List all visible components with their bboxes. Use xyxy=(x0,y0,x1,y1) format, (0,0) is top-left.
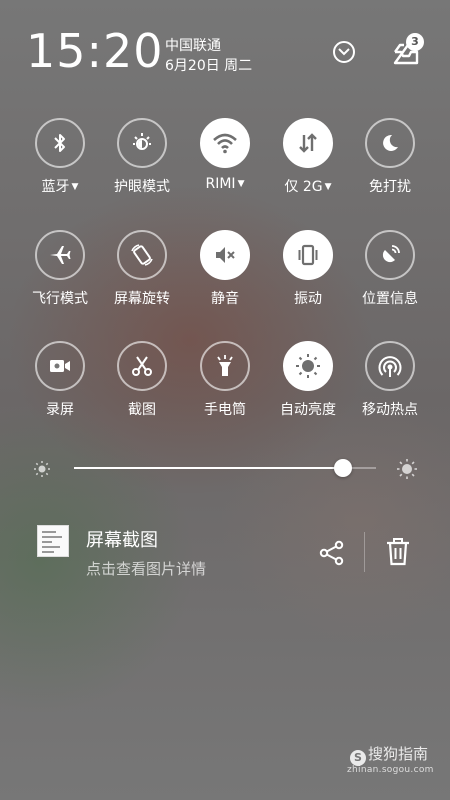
brightness-slider[interactable] xyxy=(74,459,376,477)
toggle-label-text: 静音 xyxy=(211,291,239,307)
toggle-label-text: 振动 xyxy=(294,291,322,307)
toggle-label-text: 录屏 xyxy=(46,402,74,418)
toggle-label: 仅 2G ▼ xyxy=(264,176,352,196)
toggle-hotspot[interactable]: 移动热点 xyxy=(346,341,434,419)
toggle-label-text: 自动亮度 xyxy=(280,402,336,418)
toggle-label-text: 移动热点 xyxy=(362,402,418,418)
toggle-label-text: 手电筒 xyxy=(204,402,246,418)
auto-brightness-icon[interactable] xyxy=(283,341,333,391)
clock: 15:20 xyxy=(26,24,164,78)
toggle-auto-brightness[interactable]: 自动亮度 xyxy=(264,341,352,419)
toggle-do-not-disturb[interactable]: 免打扰 xyxy=(346,118,434,196)
bluetooth-icon[interactable] xyxy=(35,118,85,168)
mobile-data-icon[interactable] xyxy=(283,118,333,168)
toggle-label: 移动热点 xyxy=(346,399,434,419)
toggle-screen-rotation[interactable]: 屏幕旋转 xyxy=(98,230,186,308)
scissors-icon[interactable] xyxy=(117,341,167,391)
date-label: 6月20日 周二 xyxy=(165,58,253,74)
vibrate-icon[interactable] xyxy=(283,230,333,280)
toggle-label: 护眼模式 xyxy=(98,176,186,196)
flashlight-icon[interactable] xyxy=(200,341,250,391)
sogou-logo-icon: S xyxy=(350,750,366,766)
toggle-bluetooth[interactable]: 蓝牙 ▼ xyxy=(16,118,104,196)
caret-down-icon[interactable]: ▼ xyxy=(325,182,332,192)
toggle-label-text: 截图 xyxy=(128,402,156,418)
toggle-label: 蓝牙 ▼ xyxy=(16,176,104,196)
toggle-label: 振动 xyxy=(264,288,352,308)
carrier-name: 中国联通 xyxy=(165,38,221,54)
toggle-label: 手电筒 xyxy=(181,399,269,419)
screenshot-thumbnail[interactable] xyxy=(37,525,69,557)
watermark: S 搜狗指南 xyxy=(350,743,428,766)
toggle-label: 免打扰 xyxy=(346,176,434,196)
toggle-label: RIMI ▼ xyxy=(181,176,269,192)
toggle-wifi[interactable]: RIMI ▼ xyxy=(181,118,269,192)
share-icon[interactable] xyxy=(318,540,346,566)
screen-record-icon[interactable] xyxy=(35,341,85,391)
notification-count-badge: 3 xyxy=(406,33,424,51)
caret-down-icon[interactable]: ▼ xyxy=(238,179,245,189)
toggle-label-text: 飞行模式 xyxy=(32,291,88,307)
airplane-icon[interactable] xyxy=(35,230,85,280)
watermark-url: zhinan.sogou.com xyxy=(347,765,434,775)
rotate-icon[interactable] xyxy=(117,230,167,280)
wifi-icon[interactable] xyxy=(200,118,250,168)
trash-icon[interactable] xyxy=(386,538,410,566)
toggle-flashlight[interactable]: 手电筒 xyxy=(181,341,269,419)
hotspot-icon[interactable] xyxy=(365,341,415,391)
toggle-label-text: 护眼模式 xyxy=(114,179,170,195)
toggle-screen-record[interactable]: 录屏 xyxy=(16,341,104,419)
toggle-vibrate[interactable]: 振动 xyxy=(264,230,352,308)
toggle-screenshot[interactable]: 截图 xyxy=(98,341,186,419)
brightness-low-icon xyxy=(34,461,50,477)
toggle-label-text: 免打扰 xyxy=(369,179,411,195)
mute-icon[interactable] xyxy=(200,230,250,280)
toggle-mute[interactable]: 静音 xyxy=(181,230,269,308)
toggle-label: 飞行模式 xyxy=(16,288,104,308)
caret-down-icon[interactable]: ▼ xyxy=(72,182,79,192)
notification-title[interactable]: 屏幕截图 xyxy=(86,526,158,552)
eye-care-icon[interactable] xyxy=(117,118,167,168)
divider xyxy=(364,532,365,572)
brightness-high-icon xyxy=(397,459,417,479)
toggle-mobile-data[interactable]: 仅 2G ▼ xyxy=(264,118,352,196)
location-icon[interactable] xyxy=(365,230,415,280)
moon-icon[interactable] xyxy=(365,118,415,168)
toggle-location[interactable]: 位置信息 xyxy=(346,230,434,308)
toggle-airplane-mode[interactable]: 飞行模式 xyxy=(16,230,104,308)
toggle-label: 位置信息 xyxy=(346,288,434,308)
toggle-label: 屏幕旋转 xyxy=(98,288,186,308)
toggle-label-text: 蓝牙 xyxy=(41,179,70,195)
toggle-label: 自动亮度 xyxy=(264,399,352,419)
toggle-label: 录屏 xyxy=(16,399,104,419)
toggle-label-text: 屏幕旋转 xyxy=(114,291,170,307)
brightness-thumb[interactable] xyxy=(333,459,352,477)
toggle-eye-care[interactable]: 护眼模式 xyxy=(98,118,186,196)
toggle-label: 截图 xyxy=(98,399,186,419)
notification-subtitle[interactable]: 点击查看图片详情 xyxy=(86,558,206,579)
toggle-label: 静音 xyxy=(181,288,269,308)
watermark-name: 搜狗指南 xyxy=(368,745,429,763)
toggle-label-text: RIMI xyxy=(205,176,236,192)
brightness-fill xyxy=(74,467,343,469)
expand-button[interactable] xyxy=(333,41,355,63)
toggle-label-text: 仅 2G xyxy=(284,179,323,195)
toggle-label-text: 位置信息 xyxy=(362,291,418,307)
chevron-down-icon xyxy=(338,48,350,56)
